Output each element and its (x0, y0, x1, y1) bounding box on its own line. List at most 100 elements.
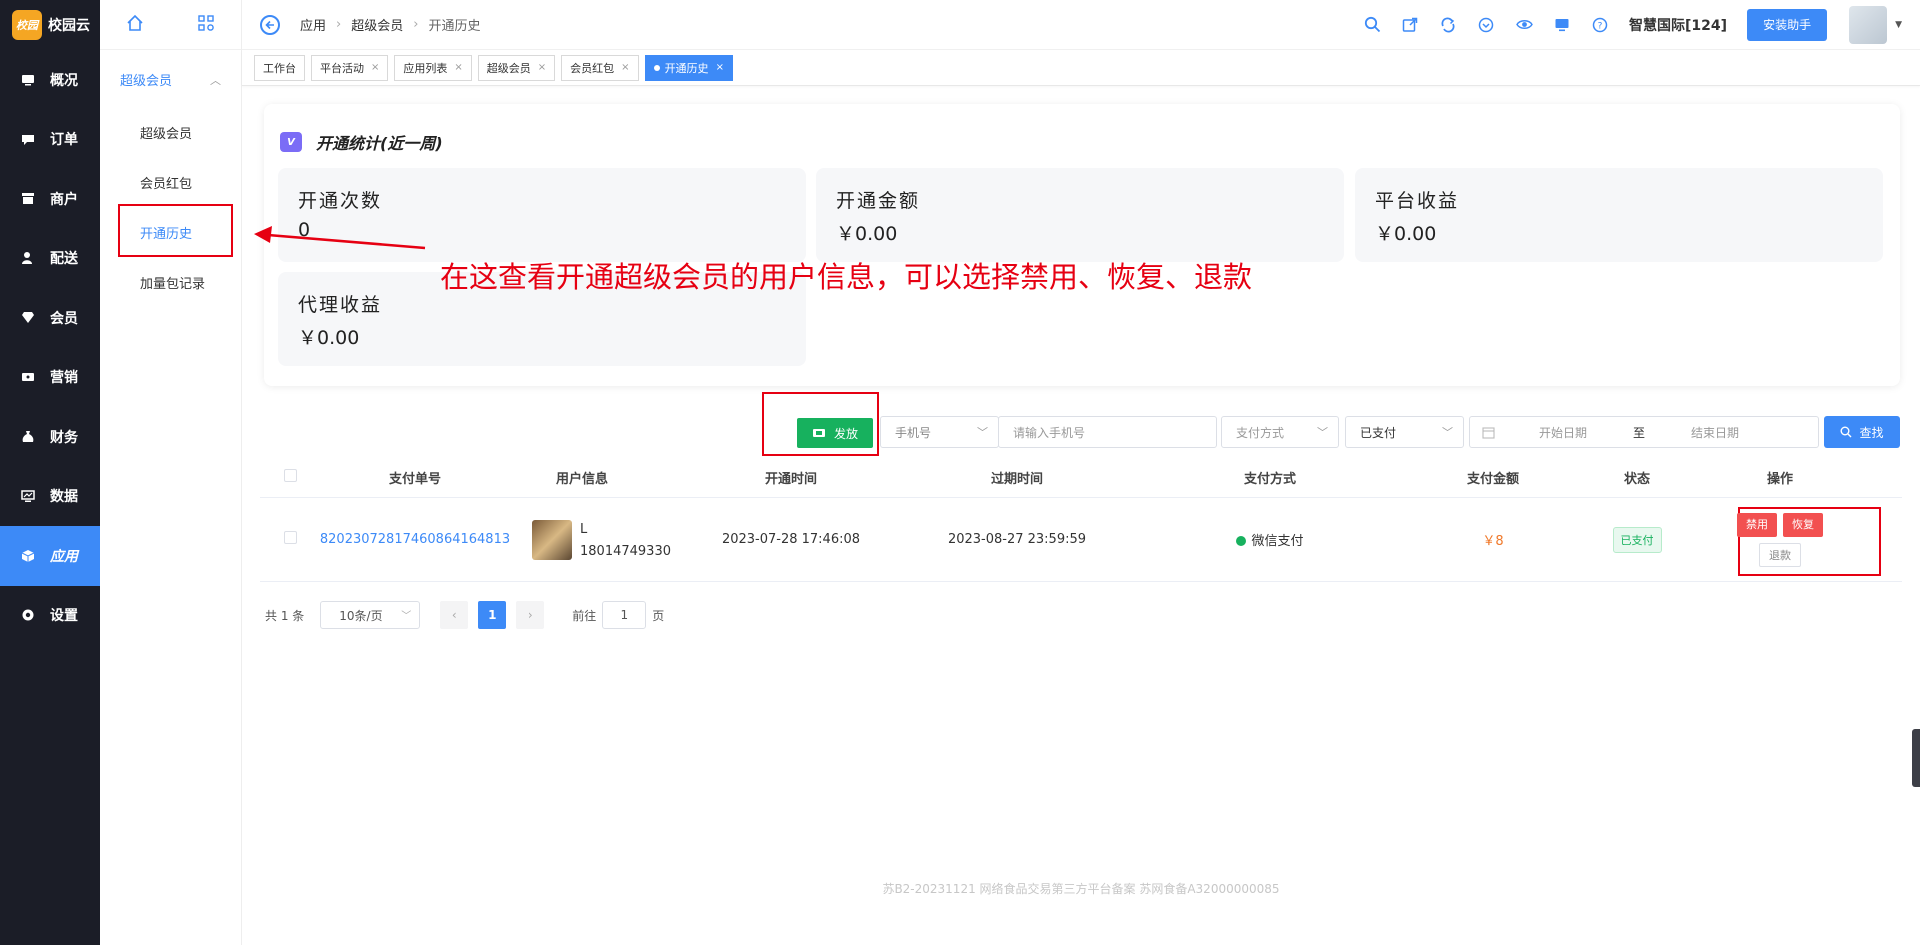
search-icon[interactable] (1362, 15, 1382, 35)
nav-item[interactable]: 概况 (0, 50, 100, 110)
fullscreen-icon[interactable] (1400, 15, 1420, 35)
close-icon[interactable]: × (716, 62, 724, 73)
chevron-right-icon: › (527, 608, 533, 622)
select-all-checkbox[interactable] (283, 469, 297, 482)
ticket-icon (812, 429, 825, 437)
subnav-group-super-member[interactable]: 超级会员 ︿ (100, 52, 241, 107)
footer-license: 苏B2-20231121 网络食品交易第三方平台备案 苏网食备A32000000… (882, 882, 1280, 896)
pay-method-select[interactable]: 支付方式 ﹀ (1221, 416, 1339, 448)
row-checkbox[interactable] (283, 531, 297, 544)
col-header: 状态 (1623, 472, 1650, 487)
breadcrumb-item[interactable]: 超级会员 (351, 15, 403, 34)
wechat-pay-icon (1236, 536, 1247, 546)
pay-status-select[interactable]: 已支付 ﹀ (1345, 416, 1464, 448)
col-header: 支付方式 (1243, 472, 1296, 487)
page-number[interactable]: 1 (478, 601, 507, 629)
phone-type-select[interactable]: 手机号 ﹀ (880, 416, 999, 448)
tab-label: 工作台 (263, 61, 296, 75)
end-date-placeholder[interactable]: 结束日期 (1691, 424, 1739, 441)
calendar-icon (1482, 426, 1495, 439)
chevron-down-icon: ﹀ (401, 611, 412, 622)
avatar[interactable] (1849, 5, 1888, 44)
breadcrumb-current: 开通历史 (428, 19, 481, 34)
nav-item[interactable]: 营销 (0, 348, 100, 408)
nav-item[interactable]: 设置 (0, 586, 100, 646)
stat-open-amount: 开通金额 ￥0.00 (816, 168, 1344, 262)
start-date-placeholder[interactable]: 开始日期 (1539, 424, 1587, 441)
nav-item[interactable]: 商户 (0, 169, 100, 229)
logo-text: 校园云 (48, 18, 90, 34)
download-circle-icon[interactable] (1476, 15, 1496, 35)
expire-time: 2023-08-27 23:59:59 (947, 532, 1087, 547)
close-icon[interactable]: × (621, 62, 629, 73)
issue-button[interactable]: 发放 (797, 418, 873, 448)
eye-icon[interactable] (1514, 15, 1534, 35)
home-icon[interactable] (126, 14, 144, 36)
page-tab[interactable]: 应用列表 × (394, 54, 472, 81)
nav-item[interactable]: 会员 (0, 288, 100, 348)
close-icon[interactable]: × (454, 62, 462, 73)
help-icon[interactable]: ? (1590, 15, 1610, 35)
close-icon[interactable]: × (538, 62, 546, 73)
order-number-link[interactable]: 82023072817460864164813 (320, 532, 510, 547)
diamond-icon (20, 310, 36, 326)
goto-suffix: 页 (652, 608, 665, 623)
disable-button[interactable]: 禁用 (1737, 512, 1777, 537)
date-range-picker[interactable]: 开始日期 至 结束日期 (1469, 416, 1819, 448)
page-size-value: 10条/页 (339, 608, 383, 623)
col-header: 开通时间 (764, 472, 817, 487)
org-name[interactable]: 智慧国际[124] (1629, 15, 1727, 35)
page-tab[interactable]: 工作台 (254, 54, 305, 81)
close-icon[interactable]: × (371, 62, 379, 73)
app-root: 校园 校园云 概况 订单 商户 配送 会员 营销 财务 数据 应用 设置 超级会员 ︿ 超级会员会… (0, 0, 1920, 945)
back-arrow-icon[interactable] (260, 14, 280, 35)
nav-item[interactable]: 配送 (0, 229, 100, 289)
goto-page-input[interactable]: 1 (602, 601, 647, 629)
prev-page-button[interactable]: ‹ (440, 601, 469, 629)
page-tab[interactable]: 开通历史 × (644, 54, 733, 81)
svg-text:?: ? (1598, 21, 1603, 31)
side-panel-handle[interactable] (1912, 729, 1920, 787)
breadcrumb-item[interactable]: 应用 (300, 15, 326, 34)
issue-label: 发放 (833, 426, 858, 441)
pay-amount: ￥8 (1482, 534, 1504, 549)
page-tab[interactable]: 平台活动 × (311, 54, 389, 81)
restore-button[interactable]: 恢复 (1783, 512, 1823, 537)
subnav-item[interactable]: 加量包记录 (100, 257, 241, 307)
nav-item[interactable]: 订单 (0, 110, 100, 170)
subnav-item[interactable]: 会员红包 (100, 157, 241, 207)
phone-input[interactable]: 请输入手机号 (998, 416, 1217, 448)
history-table: 支付单号 用户信息 开通时间 过期时间 支付方式 支付金额 状态 操作 8202… (260, 458, 1902, 582)
open-time: 2023-07-28 17:46:08 (721, 532, 861, 547)
table-row: 82023072817460864164813 L 18014749330 20… (260, 498, 1902, 582)
screen-icon[interactable] (1552, 15, 1572, 35)
search-button[interactable]: 查找 (1824, 416, 1900, 448)
page-tab[interactable]: 会员红包 × (561, 54, 639, 81)
install-assistant-button[interactable]: 安装助手 (1747, 8, 1828, 41)
brand-logo: 校园 校园云 (0, 0, 100, 50)
apps-grid-icon[interactable] (197, 14, 215, 36)
logo-mark: 校园 (12, 10, 42, 40)
next-page-button[interactable]: › (516, 601, 545, 629)
nav-item-label: 配送 (50, 251, 78, 268)
stats-title-text: 开通统计(近一周) (316, 134, 443, 153)
page-tab[interactable]: 超级会员 × (477, 54, 556, 81)
caret-down-icon[interactable]: ▼ (1895, 20, 1902, 30)
refresh-icon[interactable] (1438, 15, 1458, 35)
user-phone: 18014749330 (580, 543, 671, 559)
monitor-icon (20, 488, 36, 504)
page-size-select[interactable]: 10条/页 ﹀ (320, 601, 421, 629)
nav-item[interactable]: 应用 (0, 526, 100, 586)
vip-badge-icon: V (280, 132, 302, 152)
nav-item-label: 订单 (50, 132, 78, 149)
subnav-toolbar (100, 0, 241, 50)
chevron-right-icon: › (336, 17, 342, 32)
breadcrumb: 应用 › 超级会员 › 开通历史 (300, 15, 480, 34)
nav-item-label: 数据 (50, 489, 78, 506)
col-header: 操作 (1766, 472, 1793, 487)
top-bar: 应用 › 超级会员 › 开通历史 ? 智慧国际[124] 安装助手 ▼ (242, 0, 1920, 50)
subnav-item[interactable]: 超级会员 (100, 107, 241, 157)
nav-item[interactable]: 财务 (0, 407, 100, 467)
refund-button[interactable]: 退款 (1759, 542, 1801, 567)
nav-item[interactable]: 数据 (0, 467, 100, 527)
